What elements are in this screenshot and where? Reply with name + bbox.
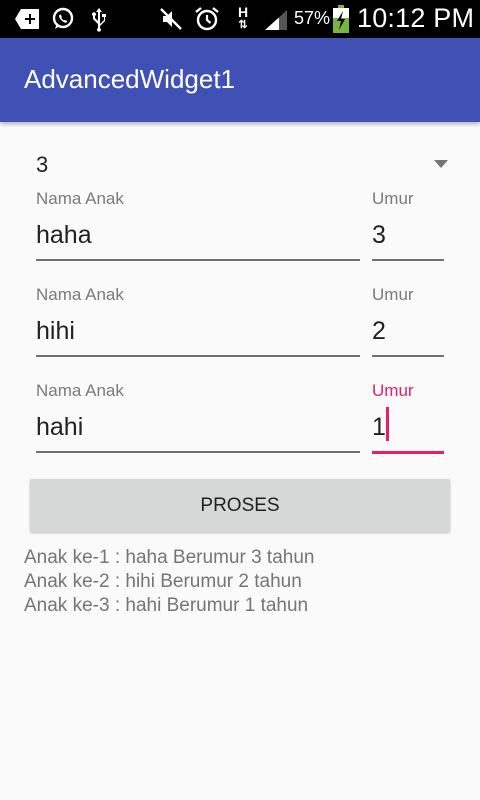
- alarm-icon: [193, 5, 221, 33]
- status-time: 10:12 PM: [357, 3, 475, 33]
- child-age-input[interactable]: [372, 309, 444, 353]
- dropdown-arrow-icon: [434, 160, 448, 168]
- result-line: Anak ke-1 : haha Berumur 3 tahun: [24, 547, 315, 568]
- spinner-selected-value: 3: [36, 152, 49, 177]
- child-name-input[interactable]: [36, 309, 360, 353]
- usb-icon: [88, 5, 110, 33]
- result-line: Anak ke-3 : hahi Berumur 1 tahun: [24, 595, 309, 616]
- app-bar: AdvancedWidget1: [0, 38, 480, 122]
- data-h-icon: H ⇅: [237, 4, 249, 31]
- child-age-field[interactable]: [372, 303, 444, 357]
- app-title: AdvancedWidget1: [24, 64, 236, 94]
- child-row-2: Nama Anak Umur: [0, 285, 480, 381]
- child-name-label: Nama Anak: [36, 381, 124, 400]
- child-name-label: Nama Anak: [36, 189, 124, 208]
- text-cursor: [386, 407, 389, 441]
- child-name-field[interactable]: [36, 303, 360, 357]
- child-count-spinner[interactable]: 3: [24, 140, 456, 188]
- child-age-input[interactable]: [372, 213, 444, 257]
- child-age-field-focused[interactable]: [372, 399, 444, 454]
- whatsapp-icon: [50, 5, 76, 33]
- battery-charging-icon: [331, 5, 351, 33]
- signal-icon: [262, 5, 290, 33]
- child-age-label: Umur: [372, 189, 414, 208]
- battery-percent: 57%: [294, 8, 331, 28]
- child-row-3: Nama Anak Umur: [0, 381, 480, 477]
- child-name-input[interactable]: [36, 213, 360, 257]
- child-age-label: Umur: [372, 285, 414, 304]
- add-box-icon: [14, 5, 42, 33]
- child-name-label: Nama Anak: [36, 285, 124, 304]
- mute-icon: [158, 5, 184, 33]
- child-row-1: Nama Anak Umur: [0, 189, 480, 285]
- child-name-field[interactable]: [36, 207, 360, 261]
- result-line: Anak ke-2 : hihi Berumur 2 tahun: [24, 571, 302, 592]
- child-age-label: Umur: [372, 381, 414, 400]
- result-text: Anak ke-1 : haha Berumur 3 tahun Anak ke…: [24, 546, 314, 618]
- child-age-field[interactable]: [372, 207, 444, 261]
- child-name-field[interactable]: [36, 399, 360, 453]
- process-button[interactable]: PROSES: [30, 479, 450, 532]
- status-bar: H ⇅ 57% 10:12 PM: [0, 0, 480, 38]
- child-age-input[interactable]: [372, 405, 444, 449]
- child-name-input[interactable]: [36, 405, 360, 449]
